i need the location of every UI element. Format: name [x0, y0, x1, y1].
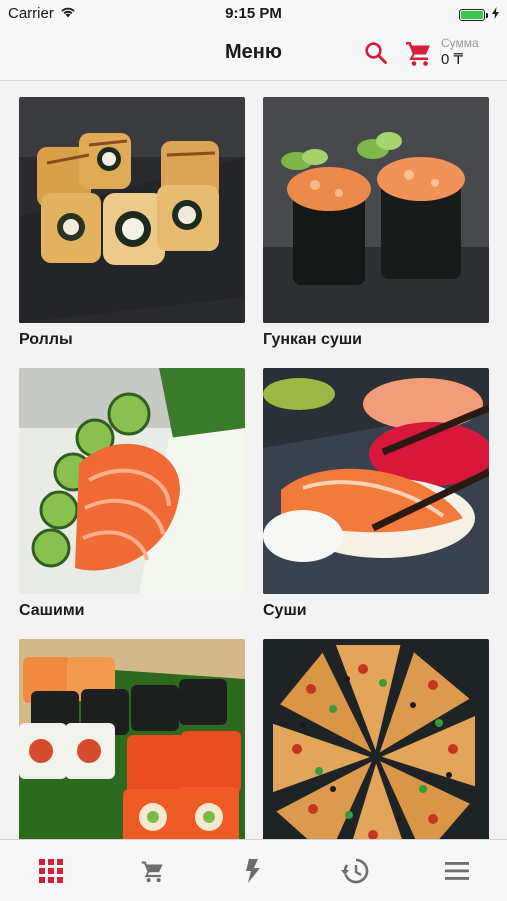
- category-title: Роллы: [19, 331, 73, 348]
- status-bar: Carrier 9:15 PM: [0, 0, 507, 28]
- cart-icon: [406, 42, 430, 66]
- tab-more[interactable]: [440, 854, 474, 888]
- cart-sum-value: 0 ₸: [441, 51, 464, 68]
- search-button[interactable]: [363, 40, 389, 66]
- cart-sum-label: Сумма: [441, 36, 479, 50]
- status-time: 9:15 PM: [225, 5, 282, 22]
- rolls-set-image: [19, 639, 245, 839]
- lightning-icon: [246, 859, 260, 883]
- grid-icon: [39, 859, 63, 883]
- battery-level: [461, 10, 483, 19]
- search-icon: [365, 42, 387, 64]
- tab-history[interactable]: [338, 854, 372, 888]
- battery-icon: [459, 8, 488, 21]
- category-title: Гункан суши: [263, 331, 363, 348]
- tab-menu[interactable]: [34, 854, 68, 888]
- category-card-gunkan[interactable]: Гункан суши: [263, 97, 489, 349]
- category-card-rolls[interactable]: Роллы: [19, 97, 245, 349]
- gunkan-image: [263, 97, 489, 323]
- navigation-bar: Меню Сумма 0 ₸: [0, 28, 507, 81]
- tab-cart[interactable]: [136, 854, 170, 888]
- cart-sum[interactable]: Сумма 0 ₸: [441, 36, 479, 70]
- cart-button[interactable]: [404, 38, 434, 68]
- rolls-image: [19, 97, 245, 323]
- category-title: Суши: [263, 602, 307, 619]
- menu-icon: [445, 862, 469, 880]
- category-grid: Роллы Гункан суши Сашими Суши: [0, 81, 507, 839]
- category-card-sushi[interactable]: Суши: [263, 368, 489, 620]
- pizza-image: [263, 639, 489, 839]
- cart-icon: [141, 861, 163, 883]
- category-card-pizza[interactable]: [263, 639, 489, 839]
- tab-bar: [0, 839, 507, 901]
- charging-bolt-icon: [492, 6, 499, 23]
- category-card-sets[interactable]: [19, 639, 245, 839]
- category-card-sashimi[interactable]: Сашими: [19, 368, 245, 620]
- sashimi-image: [19, 368, 245, 594]
- history-icon: [341, 858, 369, 884]
- status-right: [459, 6, 499, 23]
- category-title: Сашими: [19, 602, 85, 619]
- sushi-image: [263, 368, 489, 594]
- tab-promotions[interactable]: [236, 854, 270, 888]
